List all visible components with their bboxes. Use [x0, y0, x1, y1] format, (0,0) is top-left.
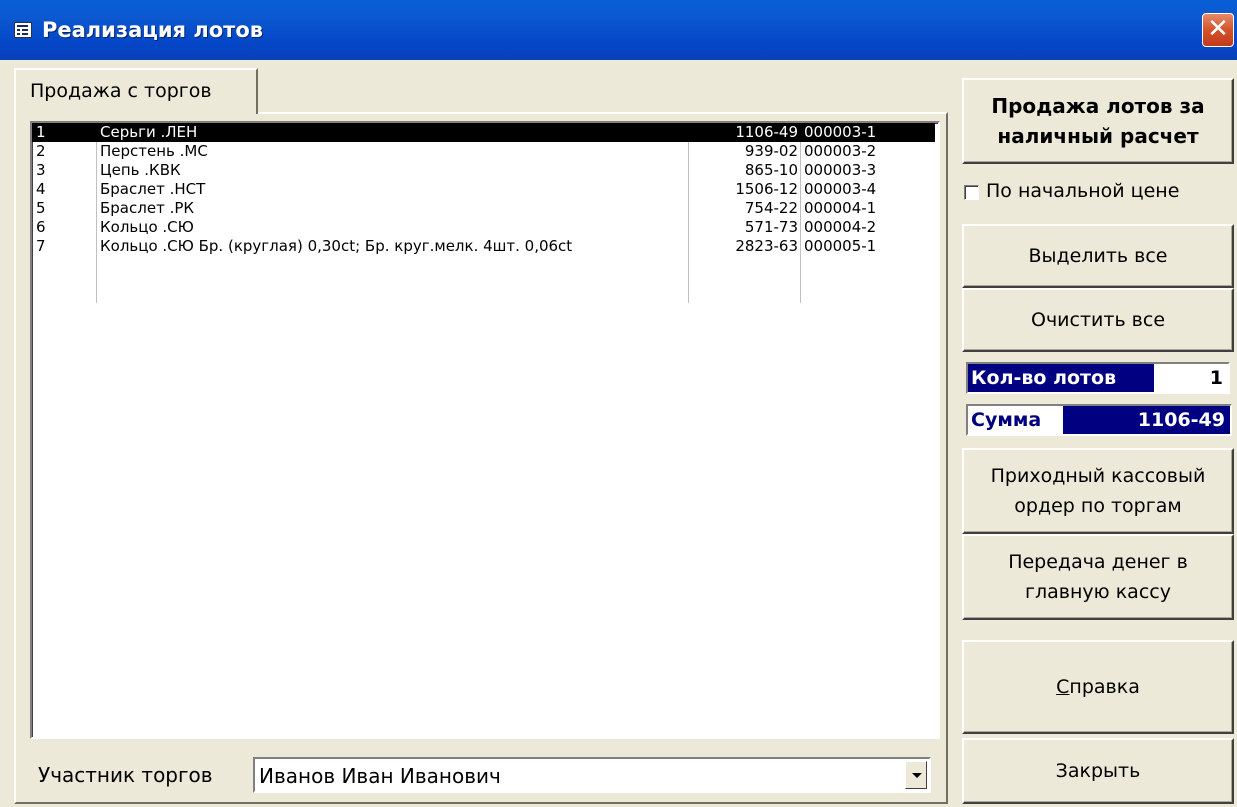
lot-number: 4: [36, 180, 46, 198]
lot-name: Кольцо .СЮ Бр. (круглая) 0,30ct; Бр. кру…: [100, 237, 573, 255]
initial-price-checkbox[interactable]: [964, 185, 979, 200]
lot-price: 754-22: [744, 199, 798, 217]
close-icon[interactable]: ✕: [1202, 13, 1234, 47]
lot-count-display: Кол-во лотов 1: [966, 362, 1230, 394]
initial-price-checkbox-row[interactable]: По начальной цене: [964, 180, 1234, 208]
sum-value: 1106-49: [1137, 409, 1225, 431]
lot-price: 571-73: [744, 218, 798, 236]
lot-name: Браслет .РК: [100, 199, 195, 217]
title-bar[interactable]: Реализация лотов ✕: [0, 0, 1237, 60]
participant-value: Иванов Иван Иванович: [259, 764, 501, 788]
lot-code: 000004-1: [804, 199, 877, 217]
lot-price: 865-10: [744, 161, 798, 179]
lots-list[interactable]: 1 Серьги .ЛЕН 1106-49 000003-1 2 Перстень .МС…: [30, 121, 940, 739]
lot-code: 000005-1: [804, 237, 877, 255]
list-item[interactable]: 7 Кольцо .СЮ Бр. (круглая) 0,30ct; Бр. кр…: [32, 237, 938, 256]
list-item[interactable]: 1 Серьги .ЛЕН 1106-49 000003-1: [32, 123, 935, 142]
lot-number: 2: [36, 142, 46, 160]
lot-name: Серьги .ЛЕН: [100, 123, 198, 141]
list-item[interactable]: 6 Кольцо .СЮ 571-73 000004-2: [32, 218, 938, 237]
list-item[interactable]: 2 Перстень .МС 939-02 000003-2: [32, 142, 938, 161]
lot-number: 6: [36, 218, 46, 236]
lot-code: 000003-3: [804, 161, 877, 179]
chevron-down-icon[interactable]: [905, 761, 927, 789]
lot-price: 2823-63: [735, 237, 798, 255]
main-window: Реализация лотов ✕ Продажа с торгов 1 Сер…: [0, 0, 1237, 807]
initial-price-label: По начальной цене: [986, 180, 1180, 202]
close-button[interactable]: Закрыть: [962, 738, 1234, 804]
lot-name: Перстень .МС: [100, 142, 208, 160]
lot-price: 1106-49: [735, 123, 798, 141]
sum-label: Сумма: [968, 406, 1063, 434]
lot-price: 939-02: [744, 142, 798, 160]
lot-name: Кольцо .СЮ: [100, 218, 194, 236]
lot-code: 000004-2: [804, 218, 877, 236]
lot-code: 000003-4: [804, 180, 877, 198]
window-title: Реализация лотов: [42, 18, 264, 42]
list-item[interactable]: 3 Цепь .КВК 865-10 000003-3: [32, 161, 938, 180]
tab-label: Продажа с торгов: [30, 80, 212, 102]
lot-price: 1506-12: [735, 180, 798, 198]
cash-sale-button[interactable]: Продажа лотов за наличный расчет: [962, 78, 1234, 164]
form-icon: [14, 22, 32, 38]
help-label: правка: [1069, 676, 1140, 698]
lot-name: Браслет .НСТ: [100, 180, 206, 198]
lot-number: 5: [36, 199, 46, 217]
lot-name: Цепь .КВК: [100, 161, 181, 179]
list-item[interactable]: 5 Браслет .РК 754-22 000004-1: [32, 199, 938, 218]
list-item[interactable]: 4 Браслет .НСТ 1506-12 000003-4: [32, 180, 938, 199]
select-all-button[interactable]: Выделить все: [962, 224, 1234, 288]
lot-number: 3: [36, 161, 46, 179]
participant-select[interactable]: Иванов Иван Иванович: [253, 757, 931, 793]
lot-number: 7: [36, 237, 46, 255]
transfer-money-button[interactable]: Передача денег в главную кассу: [962, 534, 1234, 620]
lot-count-label: Кол-во лотов: [971, 367, 1117, 389]
help-button[interactable]: Справка: [962, 640, 1234, 734]
clear-all-button[interactable]: Очистить все: [962, 288, 1234, 352]
help-accel: С: [1056, 676, 1070, 698]
lot-code: 000003-2: [804, 142, 877, 160]
lot-number: 1: [36, 123, 46, 141]
sum-display: Сумма 1106-49: [966, 404, 1232, 436]
participant-label: Участник торгов: [38, 763, 213, 787]
receipt-order-button[interactable]: Приходный кассовый ордер по торгам: [962, 448, 1234, 534]
lot-count-value: 1: [1154, 364, 1228, 392]
lot-code: 000003-1: [804, 123, 877, 141]
tab-auction-sale[interactable]: Продажа с торгов: [14, 68, 258, 114]
